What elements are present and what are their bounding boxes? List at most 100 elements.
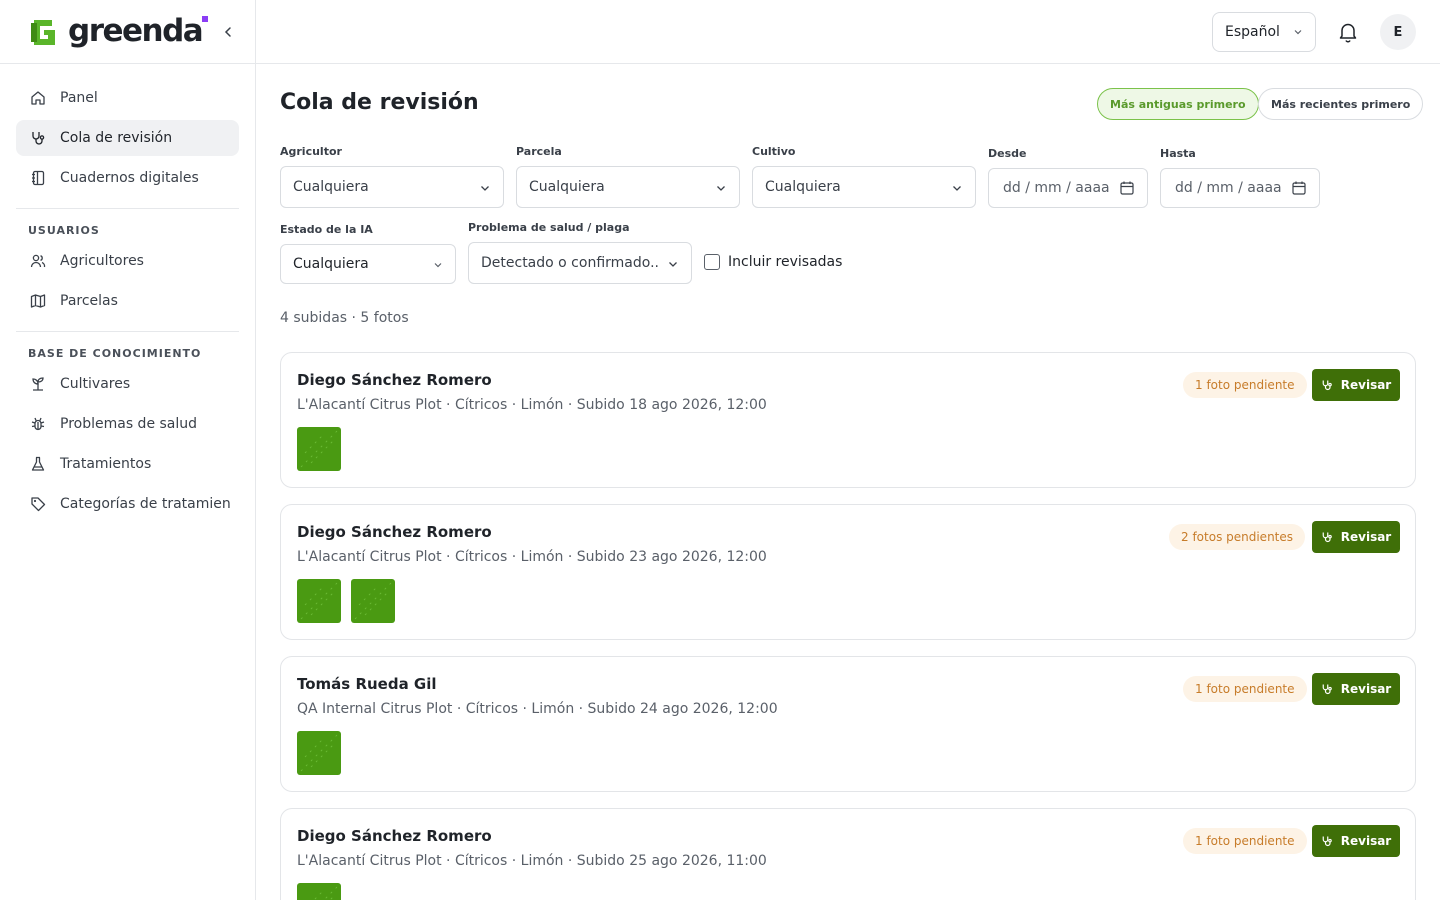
stethoscope-icon xyxy=(1321,835,1333,847)
greenda-logo-icon xyxy=(28,15,62,49)
brand-dot xyxy=(202,16,209,22)
photo-thumbnails xyxy=(297,427,341,471)
calendar-icon[interactable] xyxy=(1291,180,1307,196)
sidebar-item-review-queue[interactable]: Cola de revisión xyxy=(16,120,239,156)
upload-meta: L'Alacantí Citrus Plot · Cítricos · Limó… xyxy=(297,397,767,413)
pending-badge: 1 foto pendiente xyxy=(1183,372,1307,398)
stethoscope-icon xyxy=(28,128,48,148)
tag-icon xyxy=(28,494,48,514)
crop-filter-label: Cultivo xyxy=(752,145,796,158)
to-date-placeholder: dd / mm / aaaa xyxy=(1175,180,1282,196)
include-reviewed-toggle[interactable]: Incluir revisadas xyxy=(704,254,842,270)
to-date-input[interactable]: dd / mm / aaaa xyxy=(1160,168,1320,208)
health-issue-filter-label: Problema de salud / plaga xyxy=(468,221,630,234)
photo-thumbnail[interactable] xyxy=(297,427,341,471)
upload-card: Diego Sánchez Romero L'Alacantí Citrus P… xyxy=(280,504,1416,640)
sidebar-item-treatment-categories[interactable]: Categorías de tratamien xyxy=(16,486,239,522)
photo-thumbnails xyxy=(297,883,341,900)
sidebar-nav: Panel Cola de revisión Cuadernos digital… xyxy=(0,64,255,522)
bug-icon xyxy=(28,414,48,434)
ai-status-filter-label: Estado de la IA xyxy=(280,223,373,236)
sidebar-item-label: Problemas de salud xyxy=(60,416,198,432)
health-issue-select-value: Detectado o confirmado.. xyxy=(481,255,659,271)
sidebar-item-label: Parcelas xyxy=(60,293,118,309)
stethoscope-icon xyxy=(1321,683,1333,695)
bell-icon xyxy=(1339,23,1357,43)
sidebar-item-health-problems[interactable]: Problemas de salud xyxy=(16,406,239,442)
to-date-label: Hasta xyxy=(1160,147,1196,160)
farmer-filter-label: Agricultor xyxy=(280,145,342,158)
review-button-label: Revisar xyxy=(1340,378,1392,392)
language-select[interactable]: Español xyxy=(1212,12,1316,52)
page-title: Cola de revisión xyxy=(280,90,479,115)
divider xyxy=(16,331,239,332)
review-button[interactable]: Revisar xyxy=(1312,369,1400,401)
sidebar-item-label: Categorías de tratamien xyxy=(60,496,231,512)
stethoscope-icon xyxy=(1321,379,1333,391)
photo-thumbnail[interactable] xyxy=(297,883,341,900)
photo-thumbnails xyxy=(297,579,395,623)
review-button[interactable]: Revisar xyxy=(1312,521,1400,553)
sidebar-item-label: Tratamientos xyxy=(60,456,152,472)
sort-oldest-first-button[interactable]: Más antiguas primero xyxy=(1097,88,1259,120)
plot-select[interactable]: Cualquiera xyxy=(516,166,740,208)
topbar: Español E xyxy=(256,0,1440,64)
notifications-button[interactable] xyxy=(1336,20,1360,44)
divider xyxy=(16,208,239,209)
flask-icon xyxy=(28,454,48,474)
photo-thumbnail[interactable] xyxy=(297,731,341,775)
photo-thumbnail[interactable] xyxy=(297,579,341,623)
farmer-name: Diego Sánchez Romero xyxy=(297,371,492,389)
include-reviewed-checkbox[interactable] xyxy=(704,254,720,270)
photo-thumbnail[interactable] xyxy=(351,579,395,623)
sidebar-item-farmers[interactable]: Agricultores xyxy=(16,243,239,279)
pending-badge: 1 foto pendiente xyxy=(1183,828,1307,854)
home-icon xyxy=(28,88,48,108)
health-issue-select[interactable]: Detectado o confirmado.. xyxy=(468,242,692,284)
chevron-down-icon xyxy=(434,263,442,268)
sidebar-item-label: Cultivares xyxy=(60,376,131,392)
sidebar-item-label: Cola de revisión xyxy=(60,130,173,146)
review-button-label: Revisar xyxy=(1340,834,1392,848)
from-date-input[interactable]: dd / mm / aaaa xyxy=(988,168,1148,208)
section-title-users: USUARIOS xyxy=(28,224,100,237)
plot-select-value: Cualquiera xyxy=(529,179,605,195)
sidebar-item-label: Agricultores xyxy=(60,253,144,269)
sidebar-item-treatments[interactable]: Tratamientos xyxy=(16,446,239,482)
chevron-down-icon xyxy=(1294,30,1302,35)
sidebar-item-panel[interactable]: Panel xyxy=(16,80,239,116)
upload-meta: L'Alacantí Citrus Plot · Cítricos · Limó… xyxy=(297,853,767,869)
from-date-placeholder: dd / mm / aaaa xyxy=(1003,180,1110,196)
sidebar-item-plots[interactable]: Parcelas xyxy=(16,283,239,319)
farmer-name: Tomás Rueda Gil xyxy=(297,675,437,693)
farmer-select-value: Cualquiera xyxy=(293,179,369,195)
farmer-select[interactable]: Cualquiera xyxy=(280,166,504,208)
review-button[interactable]: Revisar xyxy=(1312,673,1400,705)
plot-filter-label: Parcela xyxy=(516,145,562,158)
upload-meta: L'Alacantí Citrus Plot · Cítricos · Limó… xyxy=(297,549,767,565)
chevron-down-icon xyxy=(481,186,489,191)
sort-newest-first-button[interactable]: Más recientes primero xyxy=(1258,88,1424,120)
ai-status-select[interactable]: Cualquiera xyxy=(280,244,456,284)
include-reviewed-label: Incluir revisadas xyxy=(728,254,843,270)
photo-thumbnails xyxy=(297,731,341,775)
upload-meta: QA Internal Citrus Plot · Cítricos · Lim… xyxy=(297,701,778,717)
ai-status-select-value: Cualquiera xyxy=(293,256,369,272)
stethoscope-icon xyxy=(1321,531,1333,543)
sidebar: greenda Panel Cola de revisión Cuadernos… xyxy=(0,0,256,900)
pending-badge: 1 foto pendiente xyxy=(1183,676,1307,702)
sidebar-item-label: Cuadernos digitales xyxy=(60,170,199,186)
chevron-down-icon xyxy=(669,262,677,267)
user-avatar[interactable]: E xyxy=(1380,14,1416,50)
review-button[interactable]: Revisar xyxy=(1312,825,1400,857)
crop-select-value: Cualquiera xyxy=(765,179,841,195)
calendar-icon[interactable] xyxy=(1119,180,1135,196)
collapse-sidebar-button[interactable] xyxy=(218,22,238,42)
users-icon xyxy=(28,251,48,271)
upload-card: Diego Sánchez Romero L'Alacantí Citrus P… xyxy=(280,808,1416,900)
sidebar-item-cultivars[interactable]: Cultivares xyxy=(16,366,239,402)
sidebar-item-digital-notebooks[interactable]: Cuadernos digitales xyxy=(16,160,239,196)
chevron-down-icon xyxy=(717,186,725,191)
crop-select[interactable]: Cualquiera xyxy=(752,166,976,208)
sidebar-item-label: Panel xyxy=(60,90,98,106)
